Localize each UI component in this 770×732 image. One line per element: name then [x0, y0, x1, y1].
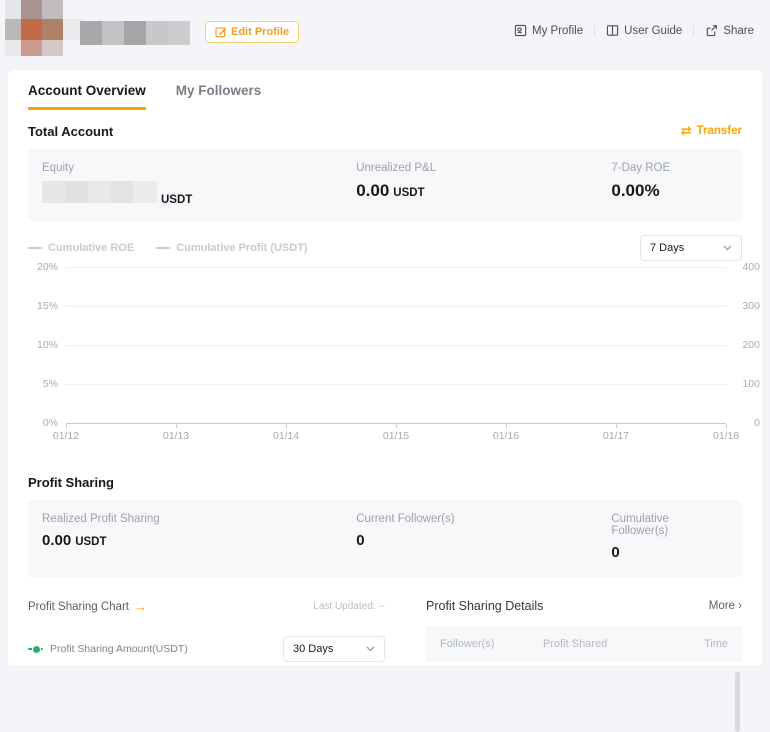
divider [693, 25, 694, 36]
column-followers: Follower(s) [440, 638, 543, 650]
unrealized-pnl-label: Unrealized P&L [356, 162, 611, 174]
legend-cumulative-roe-label: Cumulative ROE [48, 242, 134, 254]
line-marker-icon [156, 247, 170, 249]
roe-chart-legend: Cumulative ROE Cumulative Profit (USDT) … [28, 235, 742, 261]
roe-period-select[interactable]: 7 Days [640, 235, 742, 261]
equity-value-blurred [42, 181, 157, 203]
transfer-label: Transfer [697, 125, 742, 137]
chevron-down-icon [366, 646, 375, 652]
unrealized-pnl-stat: Unrealized P&L 0.00 USDT [356, 162, 611, 206]
current-followers-stat: Current Follower(s) 0 [356, 513, 611, 561]
details-table-header: Follower(s) Profit Shared Time [426, 626, 742, 662]
profit-sharing-stats: Realized Profit Sharing 0.00 USDT Curren… [28, 500, 742, 577]
legend-cumulative-profit[interactable]: Cumulative Profit (USDT) [156, 242, 307, 254]
seven-day-roe-label: 7-Day ROE [611, 162, 728, 174]
profit-sharing-chart-label: Profit Sharing Chart [28, 601, 129, 613]
equity-unit: USDT [161, 194, 192, 206]
main-card: Account Overview My Followers Total Acco… [8, 70, 762, 665]
realized-profit-label: Realized Profit Sharing [42, 513, 356, 525]
unrealized-pnl-value: 0.00 [356, 181, 389, 201]
legend-cumulative-roe[interactable]: Cumulative ROE [28, 242, 134, 254]
header-links: My Profile User Guide Share [514, 24, 754, 37]
realized-profit-unit: USDT [75, 536, 106, 548]
line-marker-icon [28, 247, 42, 249]
share-icon [705, 24, 718, 37]
edit-profile-label: Edit Profile [231, 26, 289, 38]
column-profit-shared: Profit Shared [543, 638, 704, 650]
legend-profit-sharing-amount[interactable]: Profit Sharing Amount(USDT) [28, 643, 188, 655]
cumulative-followers-stat: Cumulative Follower(s) 0 [611, 513, 728, 561]
unrealized-pnl-unit: USDT [393, 187, 424, 199]
edit-profile-button[interactable]: Edit Profile [205, 21, 299, 43]
profit-sharing-chart-panel: Profit Sharing Chart → Last Updated: -- … [28, 599, 385, 662]
seven-day-roe-stat: 7-Day ROE 0.00% [611, 162, 728, 206]
equity-stat: Equity USDT [42, 162, 356, 206]
current-followers-value: 0 [356, 532, 364, 549]
chevron-down-icon [723, 245, 732, 251]
my-profile-link[interactable]: My Profile [514, 24, 583, 37]
cumulative-followers-value: 0 [611, 544, 619, 561]
current-followers-label: Current Follower(s) [356, 513, 611, 525]
profile-card-icon [514, 24, 527, 37]
legend-profit-sharing-amount-label: Profit Sharing Amount(USDT) [50, 643, 188, 655]
total-account-title: Total Account [28, 124, 113, 139]
total-account-stats: Equity USDT Unrealized P&L 0.00 USDT 7-D… [28, 149, 742, 222]
legend-cumulative-profit-label: Cumulative Profit (USDT) [176, 242, 307, 254]
seven-day-roe-value: 0.00% [611, 181, 659, 201]
username-blurred [80, 21, 190, 45]
roe-period-value: 7 Days [650, 242, 684, 254]
profit-sharing-details-title: Profit Sharing Details [426, 599, 543, 613]
more-label: More [709, 600, 735, 612]
profit-sharing-details-panel: Profit Sharing Details More › Follower(s… [426, 599, 742, 662]
arrow-right-icon: → [134, 599, 147, 614]
book-icon [606, 24, 619, 37]
realized-profit-stat: Realized Profit Sharing 0.00 USDT [42, 513, 356, 561]
avatar [5, 0, 63, 56]
profit-sharing-period-value: 30 Days [293, 643, 333, 655]
realized-profit-value: 0.00 [42, 532, 71, 549]
table-scrollbar[interactable] [735, 672, 740, 732]
user-guide-label: User Guide [624, 25, 682, 37]
transfer-icon: ⇄ [681, 123, 692, 139]
cumulative-followers-label: Cumulative Follower(s) [611, 513, 728, 537]
tab-my-followers[interactable]: My Followers [176, 83, 262, 110]
more-link[interactable]: More › [709, 600, 742, 612]
divider [594, 25, 595, 36]
green-line-dot-icon [28, 645, 43, 653]
tab-bar: Account Overview My Followers [28, 70, 742, 110]
user-guide-link[interactable]: User Guide [606, 24, 682, 37]
column-time: Time [704, 638, 728, 650]
edit-icon [215, 26, 227, 38]
top-header: Edit Profile My Profile User Guide [0, 0, 770, 62]
last-updated: Last Updated: -- [313, 601, 385, 612]
chevron-right-icon: › [738, 600, 742, 612]
roe-chart: 20%40015%30010%2005%1000%001/1201/1301/1… [28, 267, 760, 445]
profit-sharing-chart-link[interactable]: Profit Sharing Chart → [28, 599, 147, 614]
equity-label: Equity [42, 162, 356, 174]
share-link[interactable]: Share [705, 24, 754, 37]
profit-sharing-period-select[interactable]: 30 Days [283, 636, 385, 662]
share-label: Share [723, 25, 754, 37]
profit-sharing-title: Profit Sharing [28, 475, 742, 490]
transfer-link[interactable]: ⇄ Transfer [681, 123, 742, 139]
my-profile-label: My Profile [532, 25, 583, 37]
tab-account-overview[interactable]: Account Overview [28, 83, 146, 110]
